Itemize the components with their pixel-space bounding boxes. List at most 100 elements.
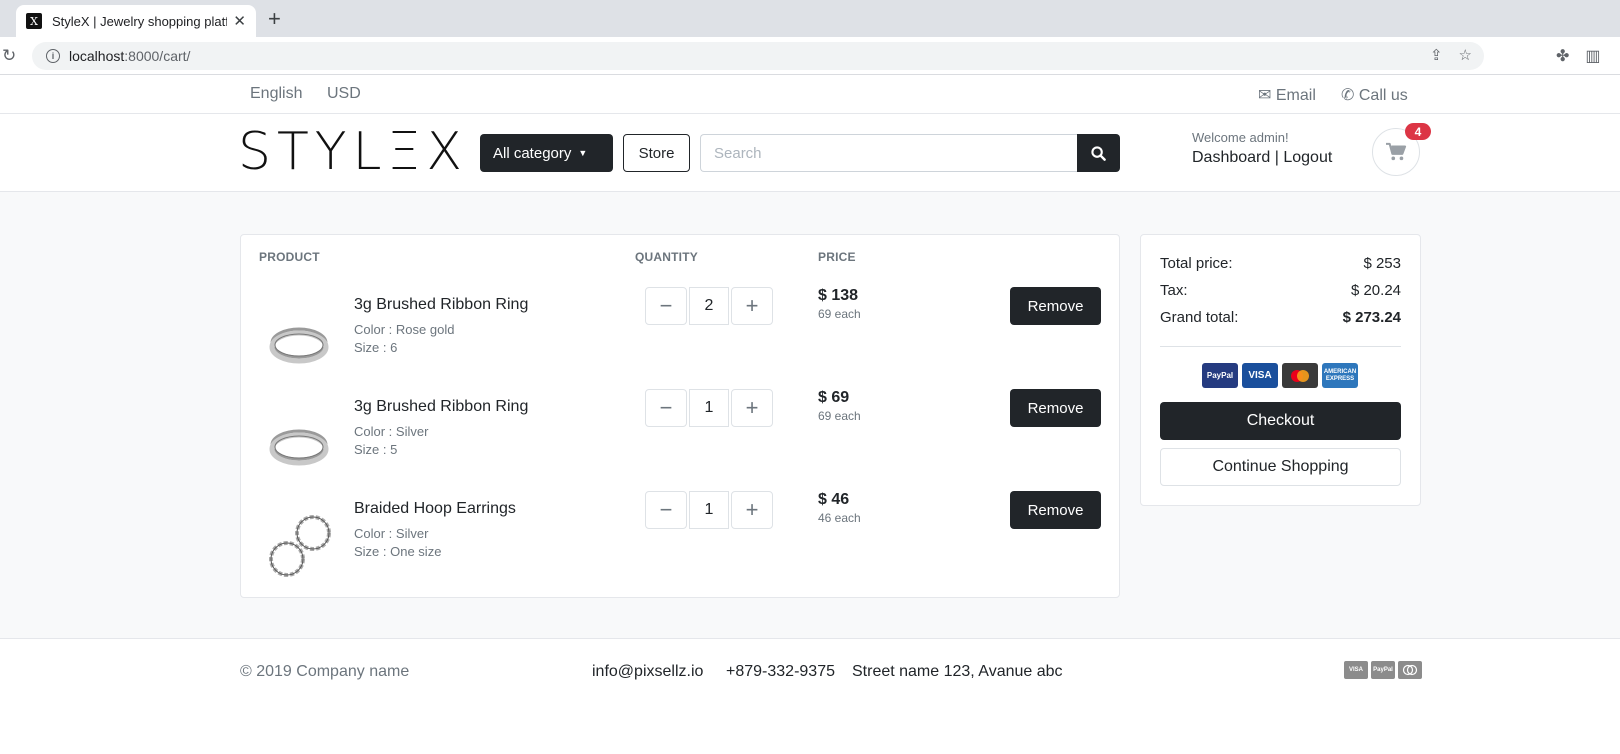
- email-label: Email: [1275, 87, 1316, 104]
- top-info-bar: English USD ✉ Email ✆ Call us: [0, 76, 1620, 114]
- all-category-button[interactable]: All category ▼: [480, 134, 613, 172]
- paypal-icon: PayPal: [1202, 363, 1238, 388]
- quantity-value[interactable]: 1: [689, 491, 729, 529]
- link-separator: |: [1274, 149, 1279, 166]
- logout-link[interactable]: Logout: [1283, 149, 1332, 166]
- mastercard-icon: [1282, 363, 1318, 388]
- url-field[interactable]: i localhost:8000/cart/ ⇪ ☆: [32, 42, 1484, 70]
- minus-icon: −: [659, 293, 673, 318]
- new-tab-icon[interactable]: +: [268, 8, 281, 30]
- stylex-logo[interactable]: STYLΞX: [238, 126, 468, 178]
- product-name[interactable]: Braided Hoop Earrings: [354, 500, 516, 518]
- browser-tab-bar: X StyleX | Jewelry shopping platform ✕ +: [0, 0, 1620, 37]
- summary-divider: [1160, 346, 1401, 347]
- call-label: Call us: [1358, 87, 1408, 104]
- tax-label: Tax:: [1160, 282, 1188, 299]
- search-input[interactable]: [700, 134, 1078, 172]
- browser-tab[interactable]: X StyleX | Jewelry shopping platform ✕: [16, 5, 256, 37]
- product-name[interactable]: 3g Brushed Ribbon Ring: [354, 398, 528, 416]
- product-color: Color : Rose gold: [354, 322, 455, 337]
- footer-address: Street name 123, Avanue abc: [852, 663, 1063, 680]
- plus-icon: +: [745, 497, 759, 522]
- product-name[interactable]: 3g Brushed Ribbon Ring: [354, 296, 528, 314]
- grand-total-label: Grand total:: [1160, 309, 1239, 326]
- caret-down-icon: ▼: [578, 148, 588, 158]
- continue-shopping-button[interactable]: Continue Shopping: [1160, 448, 1401, 486]
- product-size: Size : 6: [354, 340, 398, 355]
- minus-icon: −: [659, 395, 673, 420]
- total-price-value: $ 253: [1363, 255, 1401, 272]
- quantity-header: QUANTITY: [635, 250, 698, 264]
- decrease-quantity-button[interactable]: −: [645, 491, 687, 529]
- favicon-icon: X: [26, 13, 42, 29]
- increase-quantity-button[interactable]: +: [731, 287, 773, 325]
- dashboard-link[interactable]: Dashboard: [1192, 149, 1270, 166]
- site-info-icon[interactable]: i: [46, 49, 60, 63]
- quantity-value[interactable]: 2: [689, 287, 729, 325]
- remove-button[interactable]: Remove: [1010, 287, 1101, 325]
- line-price: $ 46: [818, 491, 850, 508]
- quantity-stepper: − 1 +: [645, 491, 773, 529]
- quantity-stepper: − 1 +: [645, 389, 773, 427]
- cart-row: 3g Brushed Ribbon Ring Color : Rose gold…: [241, 285, 1121, 385]
- category-label: All category: [493, 144, 572, 162]
- increase-quantity-button[interactable]: +: [731, 491, 773, 529]
- reload-icon[interactable]: ↻: [2, 46, 16, 66]
- phone-icon: ✆: [1341, 87, 1355, 104]
- footer-email[interactable]: info@pixsellz.io: [592, 663, 703, 681]
- earrings-thumbnail[interactable]: [263, 509, 335, 581]
- checkout-button[interactable]: Checkout: [1160, 402, 1401, 440]
- plus-icon: +: [745, 395, 759, 420]
- line-price: $ 69: [818, 389, 850, 406]
- language-selector[interactable]: English: [250, 85, 302, 103]
- share-icon[interactable]: ⇪: [1430, 46, 1443, 64]
- plus-icon: +: [745, 293, 759, 318]
- ring-thumbnail[interactable]: [263, 407, 335, 479]
- welcome-text: Welcome admin!: [1192, 130, 1289, 145]
- product-color: Color : Silver: [354, 526, 429, 541]
- unit-price: 46 each: [818, 511, 861, 525]
- remove-button[interactable]: Remove: [1010, 491, 1101, 529]
- search-button[interactable]: [1077, 134, 1120, 172]
- cart-count-badge: 4: [1405, 123, 1431, 140]
- product-color: Color : Silver: [354, 424, 429, 439]
- footer-phone[interactable]: +879-332-9375: [726, 663, 835, 681]
- increase-quantity-button[interactable]: +: [731, 389, 773, 427]
- unit-price: 69 each: [818, 307, 861, 321]
- paypal-icon: PayPal: [1371, 661, 1395, 679]
- tax-row: Tax: $ 20.24: [1160, 282, 1401, 299]
- total-price-row: Total price: $ 253: [1160, 255, 1401, 272]
- minus-icon: −: [659, 497, 673, 522]
- line-price: $ 138: [818, 287, 859, 304]
- cart-page: PRODUCT QUANTITY PRICE 3g Brushed Ribbon…: [0, 192, 1620, 639]
- tax-value: $ 20.24: [1350, 282, 1401, 299]
- unit-price: 69 each: [818, 409, 861, 423]
- cart-icon: [1386, 142, 1407, 161]
- price-header: PRICE: [818, 250, 856, 264]
- bookmark-star-icon[interactable]: ☆: [1459, 46, 1472, 64]
- remove-button[interactable]: Remove: [1010, 389, 1101, 427]
- close-tab-icon[interactable]: ✕: [233, 12, 246, 30]
- quantity-value[interactable]: 1: [689, 389, 729, 427]
- account-links: Dashboard | Logout: [1192, 149, 1332, 167]
- product-size: Size : 5: [354, 442, 398, 457]
- footer-payment-methods: VISA PayPal: [1344, 661, 1422, 679]
- mastercard-icon: [1398, 661, 1422, 679]
- extensions-icon[interactable]: ✤: [1556, 46, 1569, 66]
- call-link[interactable]: ✆ Call us: [1341, 85, 1408, 105]
- site-footer: © 2019 Company name info@pixsellz.io +87…: [0, 640, 1620, 754]
- product-header: PRODUCT: [259, 250, 320, 264]
- ring-thumbnail[interactable]: [263, 305, 335, 377]
- side-panel-icon[interactable]: ▥: [1585, 46, 1600, 66]
- total-price-label: Total price:: [1160, 255, 1233, 272]
- store-button[interactable]: Store: [623, 134, 690, 172]
- cart-table: PRODUCT QUANTITY PRICE 3g Brushed Ribbon…: [240, 234, 1120, 598]
- currency-selector[interactable]: USD: [327, 85, 361, 103]
- grand-total-row: Grand total: $ 273.24: [1160, 309, 1401, 326]
- decrease-quantity-button[interactable]: −: [645, 389, 687, 427]
- site-header: STYLΞX All category ▼ Store Welcome admi…: [0, 114, 1620, 192]
- tab-title: StyleX | Jewelry shopping platform: [52, 13, 228, 29]
- decrease-quantity-button[interactable]: −: [645, 287, 687, 325]
- email-link[interactable]: ✉ Email: [1258, 85, 1316, 105]
- visa-icon: VISA: [1242, 363, 1278, 388]
